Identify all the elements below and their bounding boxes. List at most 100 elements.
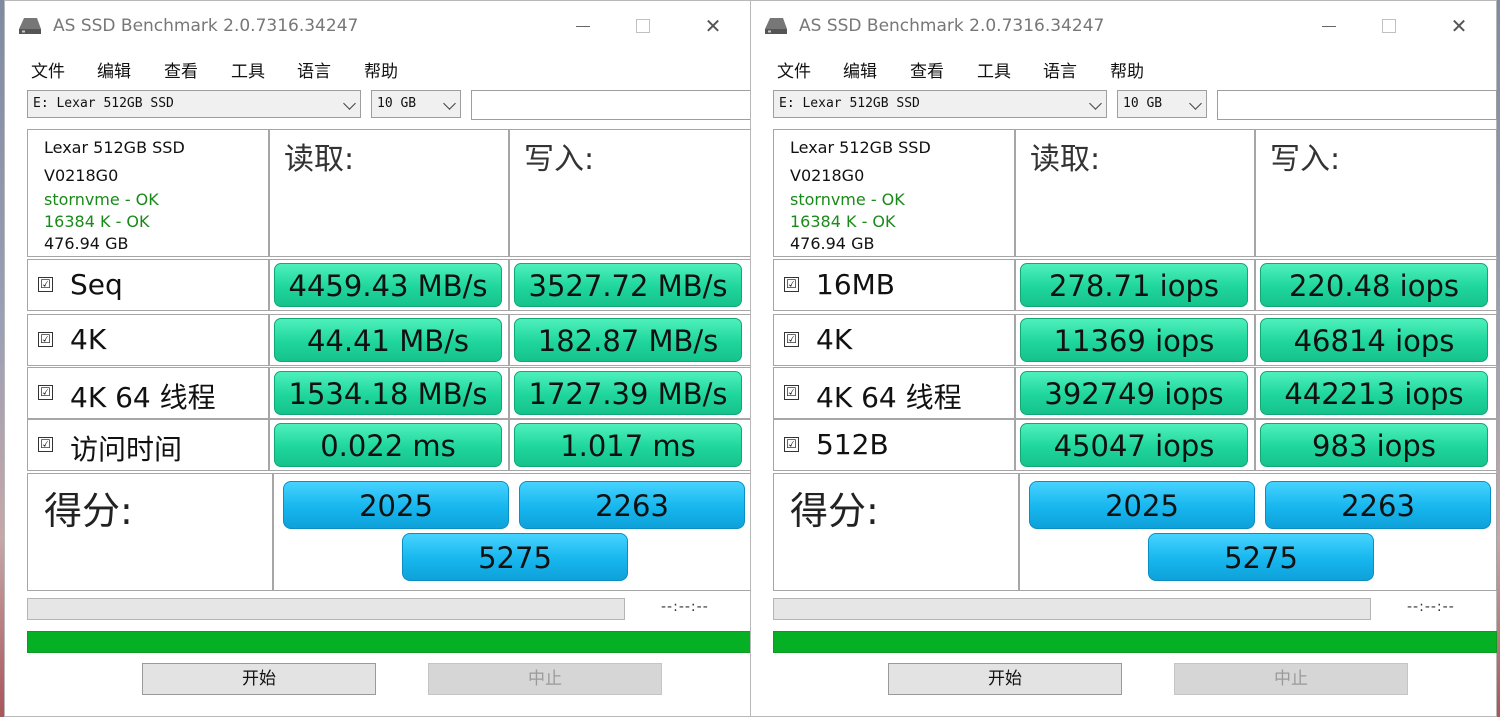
start-button[interactable]: 开始 <box>142 663 376 695</box>
drive-info-panel: Lexar 512GB SSD V0218G0 stornvme - OK 16… <box>773 129 1015 257</box>
status-field <box>471 90 751 120</box>
drive-capacity: 476.94 GB <box>44 234 129 253</box>
test-checkbox[interactable]: ☑ <box>38 332 53 347</box>
menu-item[interactable]: 帮助 <box>1110 57 1144 82</box>
test-checkbox[interactable]: ☑ <box>784 332 799 347</box>
size-select[interactable]: 10 GB <box>371 90 461 118</box>
chevron-down-icon <box>343 97 356 110</box>
driver-status: stornvme - OK <box>44 190 159 209</box>
read-result: 4459.43 MB/s <box>274 263 502 307</box>
title-bar: AS SSD Benchmark 2.0.7316.34247 ✕ <box>751 1 1496 51</box>
driver-status: stornvme - OK <box>790 190 905 209</box>
test-checkbox[interactable]: ☑ <box>38 385 53 400</box>
test-name: 4K 64 线程 <box>816 381 962 414</box>
read-result: 1534.18 MB/s <box>274 371 502 415</box>
close-button[interactable]: ✕ <box>691 11 735 41</box>
test-checkbox[interactable]: ☑ <box>784 437 799 452</box>
menu-item[interactable]: 文件 <box>777 57 811 82</box>
menu-item[interactable]: 编辑 <box>97 57 131 82</box>
read-result-cell: 4459.43 MB/s <box>269 259 509 311</box>
benchmark-window: AS SSD Benchmark 2.0.7316.34247 ✕ 文件 编辑 查看… <box>750 0 1497 717</box>
stop-button[interactable]: 中止 <box>1174 663 1408 695</box>
total-progress-bar <box>773 631 1497 653</box>
elapsed-time: --:--:-- <box>1407 599 1455 615</box>
alignment-status: 16384 K - OK <box>44 212 150 231</box>
chevron-down-icon <box>1189 97 1202 110</box>
menu-item[interactable]: 语言 <box>297 57 331 82</box>
write-result-cell: 3527.72 MB/s <box>509 259 751 311</box>
test-checkbox[interactable]: ☑ <box>784 385 799 400</box>
close-button[interactable]: ✕ <box>1437 11 1481 41</box>
write-result-cell: 1727.39 MB/s <box>509 367 751 419</box>
maximize-button[interactable] <box>621 11 665 41</box>
test-name: 4K 64 线程 <box>70 381 216 414</box>
read-result: 392749 iops <box>1020 371 1248 415</box>
total-score: 5275 <box>1148 533 1374 581</box>
test-checkbox[interactable]: ☑ <box>784 277 799 292</box>
write-result-cell: 1.017 ms <box>509 419 751 471</box>
test-name: 4K <box>70 323 107 356</box>
drive-firmware: V0218G0 <box>44 166 119 185</box>
start-button[interactable]: 开始 <box>888 663 1122 695</box>
drive-model: Lexar 512GB SSD <box>44 138 185 157</box>
menu-item[interactable]: 工具 <box>977 57 1011 82</box>
write-result: 182.87 MB/s <box>514 318 742 362</box>
test-name: 16MB <box>816 268 895 301</box>
menu-item[interactable]: 帮助 <box>364 57 398 82</box>
test-row-label-1: ☑ 4K <box>27 314 269 366</box>
read-result-cell: 1534.18 MB/s <box>269 367 509 419</box>
test-checkbox[interactable]: ☑ <box>38 277 53 292</box>
menu-item[interactable]: 查看 <box>164 57 198 82</box>
menu-item[interactable]: 编辑 <box>843 57 877 82</box>
write-result: 442213 iops <box>1260 371 1488 415</box>
read-result: 0.022 ms <box>274 423 502 467</box>
maximize-button[interactable] <box>1367 11 1411 41</box>
title-bar: AS SSD Benchmark 2.0.7316.34247 ✕ <box>5 1 750 51</box>
test-row-label-1: ☑ 4K <box>773 314 1015 366</box>
maximize-icon <box>636 19 650 33</box>
chevron-down-icon <box>443 97 456 110</box>
minimize-icon <box>576 25 590 27</box>
close-icon: ✕ <box>1450 14 1468 38</box>
test-name: 4K <box>816 323 853 356</box>
read-result-cell: 392749 iops <box>1015 367 1255 419</box>
test-checkbox[interactable]: ☑ <box>38 437 53 452</box>
score-label-cell: 得分: <box>773 473 1019 591</box>
drive-select[interactable]: E: Lexar 512GB SSD <box>773 90 1107 118</box>
read-result-cell: 11369 iops <box>1015 314 1255 366</box>
read-header-cell: 读取: <box>269 129 509 257</box>
size-select[interactable]: 10 GB <box>1117 90 1207 118</box>
score-label: 得分: <box>44 489 133 533</box>
drive-select-value: E: Lexar 512GB SSD <box>779 96 920 111</box>
chevron-down-icon <box>1089 97 1102 110</box>
menu-item[interactable]: 查看 <box>910 57 944 82</box>
menu-bar: 文件 编辑 查看 工具 语言 帮助 <box>5 57 750 83</box>
read-result: 45047 iops <box>1020 423 1248 467</box>
drive-capacity: 476.94 GB <box>790 234 875 253</box>
score-cell: 2025 2263 5275 <box>273 473 751 591</box>
elapsed-time: --:--:-- <box>661 599 709 615</box>
drive-model: Lexar 512GB SSD <box>790 138 931 157</box>
write-result-cell: 182.87 MB/s <box>509 314 751 366</box>
drive-select[interactable]: E: Lexar 512GB SSD <box>27 90 361 118</box>
minimize-button[interactable] <box>1307 11 1351 41</box>
menu-item[interactable]: 语言 <box>1043 57 1077 82</box>
read-result-cell: 0.022 ms <box>269 419 509 471</box>
drive-info-panel: Lexar 512GB SSD V0218G0 stornvme - OK 16… <box>27 129 269 257</box>
drive-select-value: E: Lexar 512GB SSD <box>33 96 174 111</box>
menu-item[interactable]: 工具 <box>231 57 265 82</box>
write-result-cell: 220.48 iops <box>1255 259 1497 311</box>
read-header: 读取: <box>284 142 355 177</box>
write-result-cell: 442213 iops <box>1255 367 1497 419</box>
test-row-label-0: ☑ 16MB <box>773 259 1015 311</box>
menu-item[interactable]: 文件 <box>31 57 65 82</box>
test-row-label-2: ☑ 4K 64 线程 <box>773 367 1015 419</box>
minimize-button[interactable] <box>561 11 605 41</box>
drive-firmware: V0218G0 <box>790 166 865 185</box>
write-result-cell: 983 iops <box>1255 419 1497 471</box>
write-result: 983 iops <box>1260 423 1488 467</box>
stop-button[interactable]: 中止 <box>428 663 662 695</box>
write-header-cell: 写入: <box>509 129 751 257</box>
test-row-label-0: ☑ Seq <box>27 259 269 311</box>
total-score: 5275 <box>402 533 628 581</box>
